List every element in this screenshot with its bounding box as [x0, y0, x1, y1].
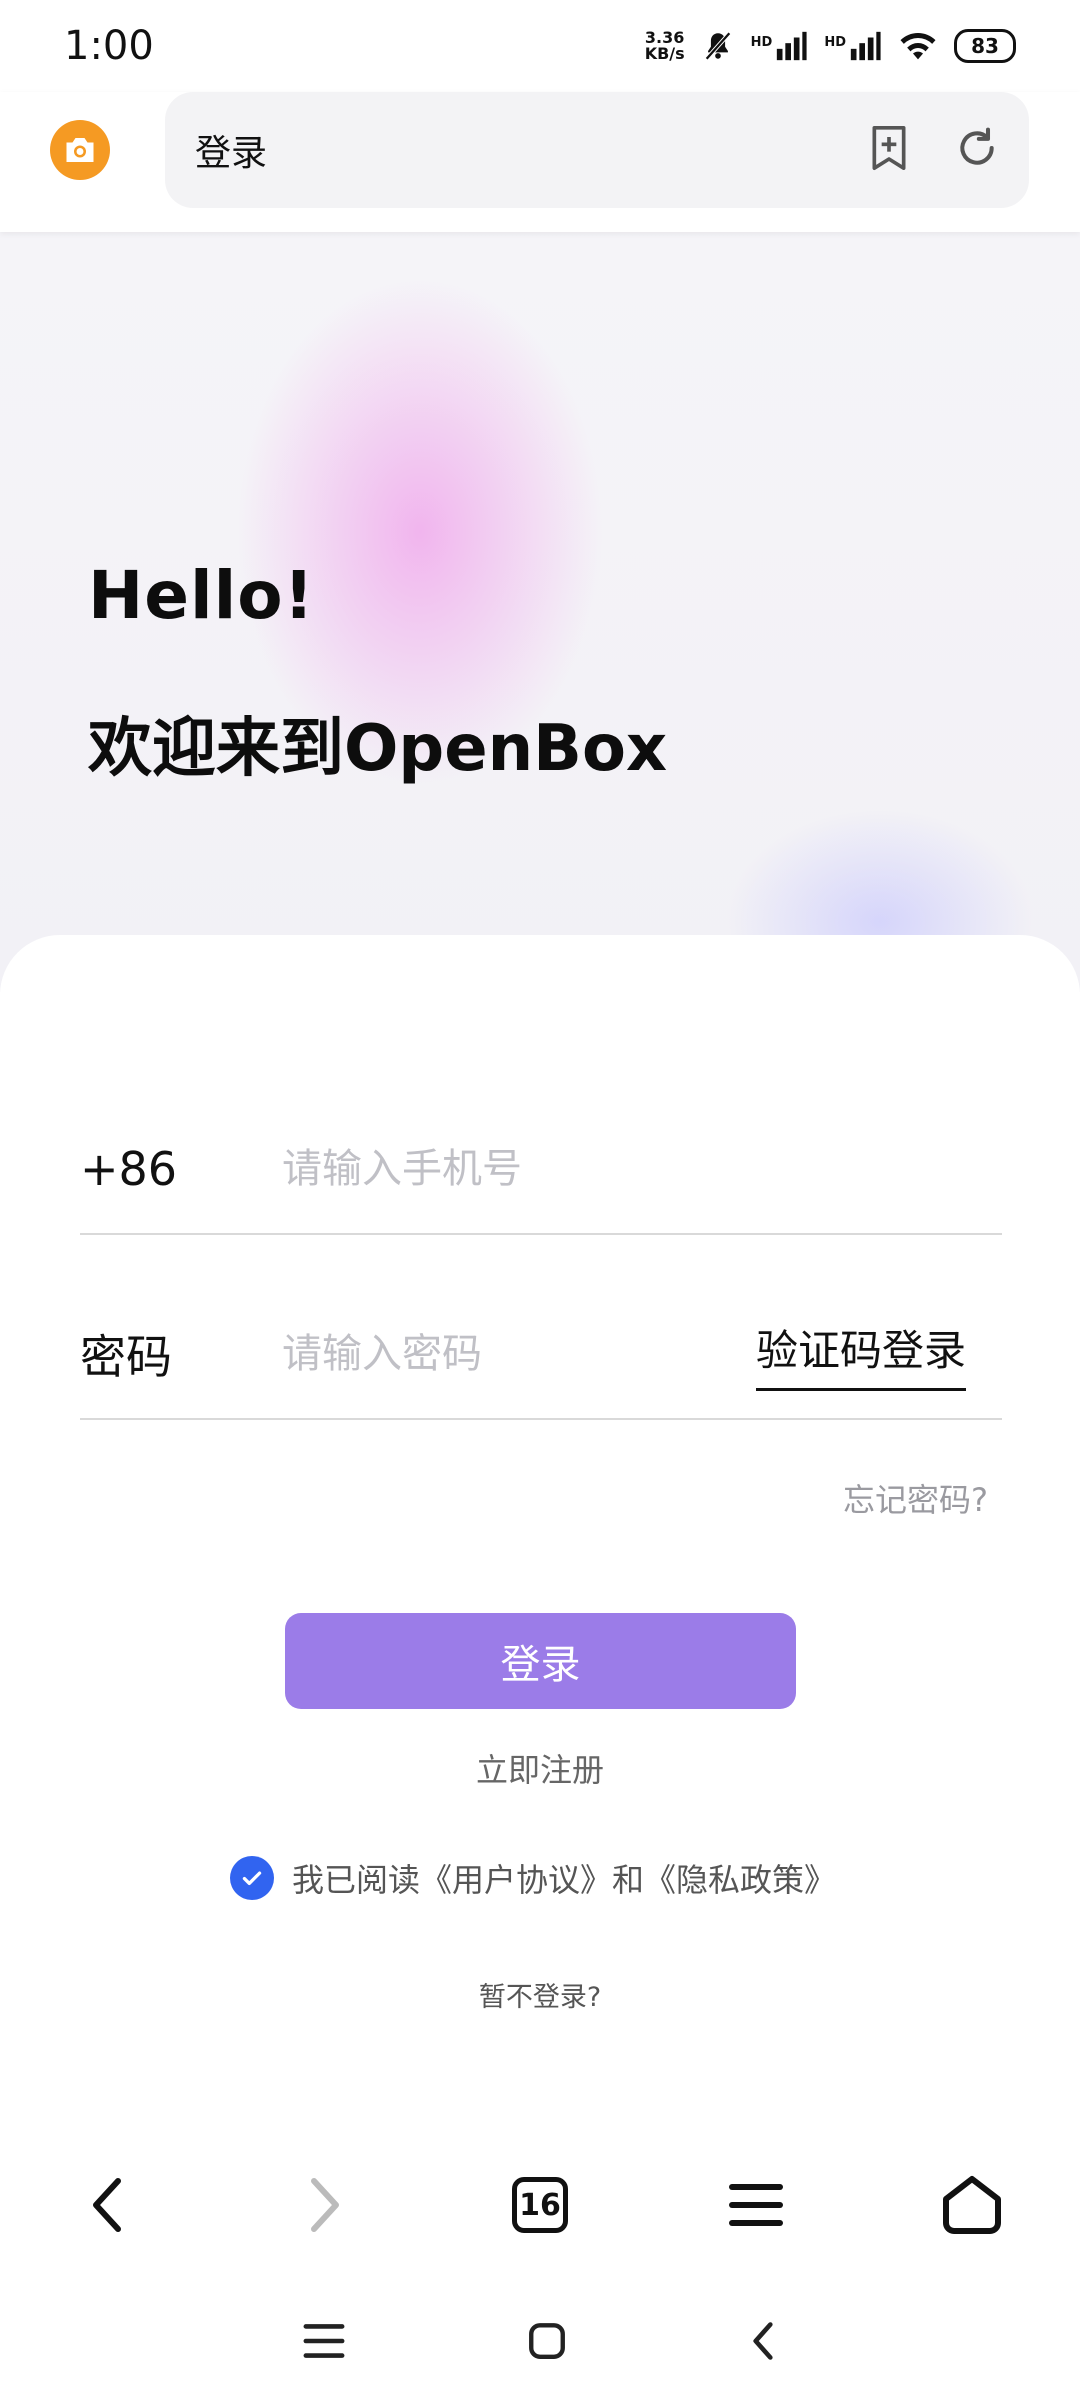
register-link: 立即注册 [0, 1745, 1080, 1791]
agreement-row: 我已阅读《用户协议》和《隐私政策》 [230, 1855, 836, 1901]
check-icon [242, 1871, 262, 1886]
wifi-icon [898, 29, 938, 63]
hero-title: Hello! [88, 557, 315, 634]
status-bar: 1:00 3.36 KB/s HD HD 83 [0, 0, 1080, 92]
hd-label: HD [824, 35, 846, 50]
signal-1-icon: HD [751, 29, 809, 63]
recents-icon[interactable] [302, 2321, 346, 2365]
password-input[interactable] [280, 1330, 700, 1378]
login-button[interactable]: 登录 [285, 1613, 796, 1709]
forgot-password-link[interactable]: 忘记密码? [843, 1475, 988, 1521]
sms-login-link[interactable]: 验证码登录 [755, 1317, 966, 1391]
password-label: 密码 [80, 1330, 172, 1384]
skip-login: 暂不登录? [0, 1975, 1080, 2014]
login-card: +86 密码 验证码登录 忘记密码? 登录 立即注册 我已阅读《用户协议》和《隐… [0, 935, 1080, 2125]
battery-icon: 83 [954, 29, 1016, 63]
hd-label: HD [750, 35, 773, 50]
address-bar[interactable]: 登录 [165, 92, 1029, 208]
menu-icon[interactable] [696, 2145, 816, 2265]
skip-login-link[interactable]: 暂不登录? [479, 1982, 601, 2013]
network-speed-unit: KB/s [644, 44, 685, 63]
back-icon[interactable] [48, 2145, 168, 2265]
battery-level: 83 [971, 34, 999, 58]
status-time: 1:00 [64, 23, 154, 69]
phone-row: +86 [80, 1105, 1002, 1235]
signal-2-icon: HD [824, 29, 882, 63]
camera-icon[interactable] [50, 120, 110, 180]
browser-bottom-nav: 16 [0, 2125, 1080, 2285]
page-title: 登录 [195, 133, 268, 174]
system-nav-bar [0, 2285, 1080, 2400]
agreement-checkbox[interactable] [230, 1856, 274, 1900]
forward-icon[interactable] [264, 2145, 384, 2265]
mute-bell-icon [701, 29, 735, 63]
tab-count: 16 [512, 2177, 568, 2233]
hero-subtitle: 欢迎来到OpenBox [88, 712, 668, 786]
tabs-icon[interactable]: 16 [480, 2145, 600, 2265]
bookmark-add-icon[interactable] [867, 124, 911, 176]
agreement-text[interactable]: 我已阅读《用户协议》和《隐私政策》 [292, 1855, 836, 1901]
network-speed: 3.36 KB/s [645, 30, 685, 62]
register-link-text[interactable]: 立即注册 [476, 1751, 604, 1789]
refresh-icon[interactable] [955, 126, 999, 174]
home-icon[interactable] [912, 2145, 1032, 2265]
status-icons: 3.36 KB/s HD HD 83 [645, 29, 1016, 63]
home-square-icon[interactable] [526, 2320, 568, 2366]
password-row: 密码 验证码登录 [80, 1290, 1002, 1420]
country-code[interactable]: +86 [80, 1142, 280, 1196]
system-back-icon[interactable] [748, 2319, 778, 2367]
phone-input[interactable] [280, 1145, 760, 1193]
browser-toolbar: 登录 [0, 92, 1080, 232]
hero-banner: Hello! 欢迎来到OpenBox [0, 232, 1080, 992]
